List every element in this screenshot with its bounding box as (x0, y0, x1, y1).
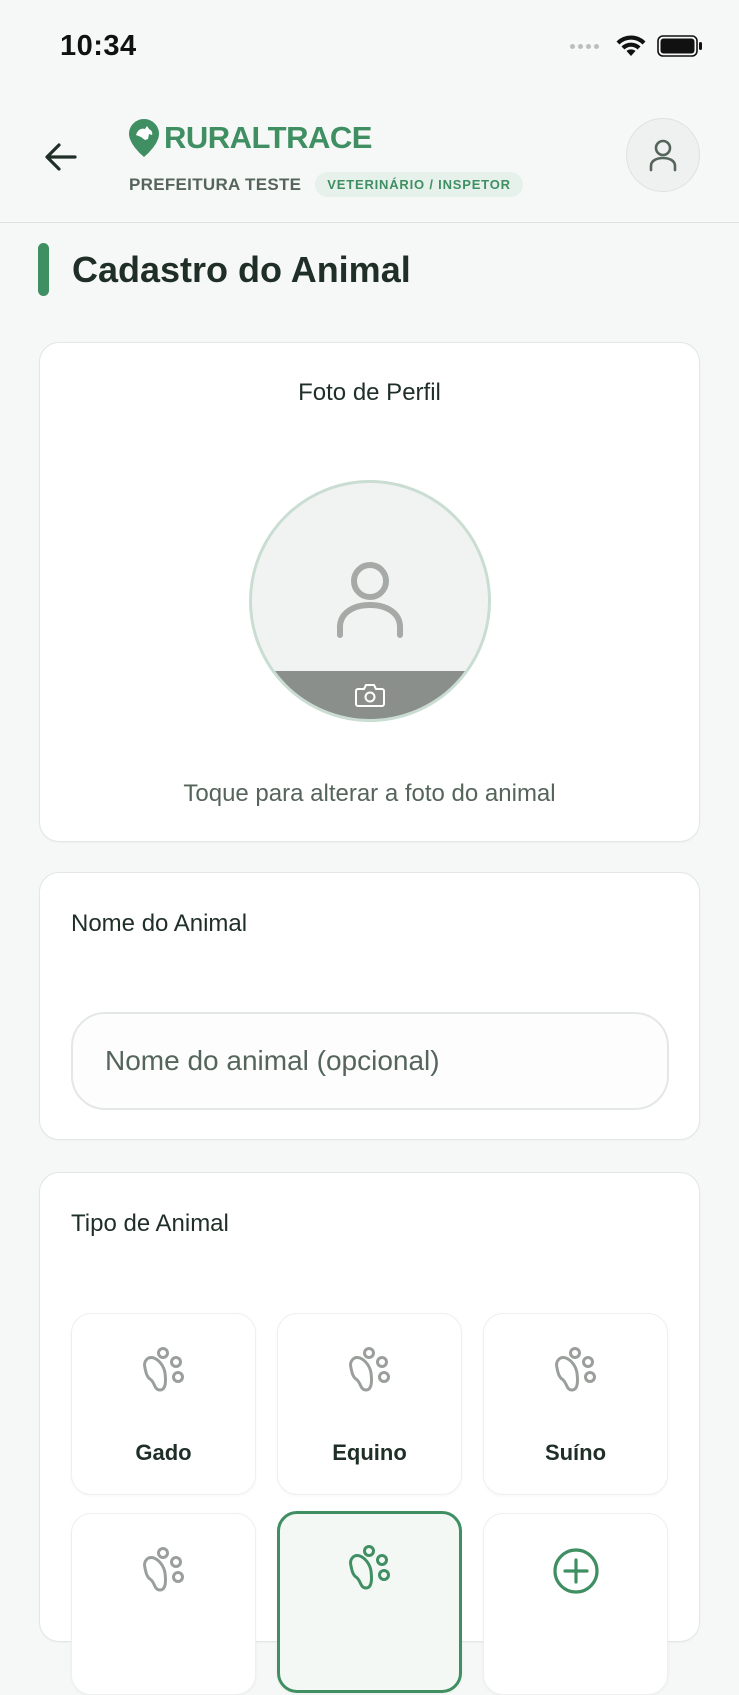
photo-overlay (252, 671, 488, 719)
animal-photo-picker[interactable] (249, 480, 491, 722)
header-subline: PREFEITURA TESTE VETERINÁRIO / INSPETOR (129, 172, 523, 197)
type-option-gado[interactable]: Gado (71, 1313, 256, 1495)
type-option-4[interactable] (71, 1513, 256, 1695)
status-bar: 10:34 (0, 0, 739, 96)
animal-name-card: Nome do Animal (39, 872, 700, 1140)
person-placeholder-icon (337, 562, 403, 638)
app-header: RURALTRACE PREFEITURA TESTE VETERINÁRIO … (0, 96, 739, 223)
brand-logo: RURALTRACE (128, 118, 372, 158)
paw-icon (348, 1545, 390, 1590)
profile-photo-card: Foto de Perfil Toque para alterar a foto… (39, 342, 700, 842)
paw-icon (142, 1547, 184, 1592)
type-option-suino[interactable]: Suíno (483, 1313, 668, 1495)
role-badge: VETERINÁRIO / INSPETOR (315, 172, 523, 197)
plus-circle-icon (552, 1548, 599, 1594)
paw-icon (142, 1347, 184, 1392)
paw-icon (554, 1347, 596, 1392)
brand-name: RURALTRACE (164, 120, 372, 155)
title-accent-bar (38, 243, 49, 296)
type-option-equino[interactable]: Equino (277, 1313, 462, 1495)
photo-hint-text: Toque para alterar a foto do animal (183, 780, 556, 807)
camera-icon (355, 684, 385, 707)
wifi-icon (616, 35, 646, 56)
status-icons (570, 34, 703, 58)
type-option-5-selected[interactable] (277, 1511, 462, 1693)
page-title-row: Cadastro do Animal (38, 243, 411, 296)
location-pin-icon (129, 119, 159, 157)
cellular-signal-icon (570, 43, 599, 49)
add-type-option[interactable] (483, 1513, 668, 1695)
municipality-name: PREFEITURA TESTE (129, 174, 302, 194)
user-icon (649, 139, 677, 172)
type-option-label: Equino (332, 1440, 407, 1465)
animal-type-card: Tipo de Animal Gado Equino Suíno (39, 1172, 700, 1695)
type-option-label: Suíno (544, 1440, 607, 1465)
paw-icon (348, 1347, 390, 1392)
profile-button[interactable] (626, 118, 700, 192)
page-title: Cadastro do Animal (72, 248, 411, 290)
back-button[interactable] (36, 132, 86, 182)
battery-icon (657, 35, 702, 57)
arrow-left-icon (45, 143, 77, 171)
photo-card-label: Foto de Perfil (298, 379, 441, 406)
animal-name-label: Nome do Animal (71, 910, 248, 937)
type-option-label: Gado (135, 1440, 192, 1465)
animal-name-input[interactable] (71, 1012, 669, 1110)
animal-type-label: Tipo de Animal (71, 1210, 229, 1237)
status-time: 10:34 (60, 30, 137, 62)
